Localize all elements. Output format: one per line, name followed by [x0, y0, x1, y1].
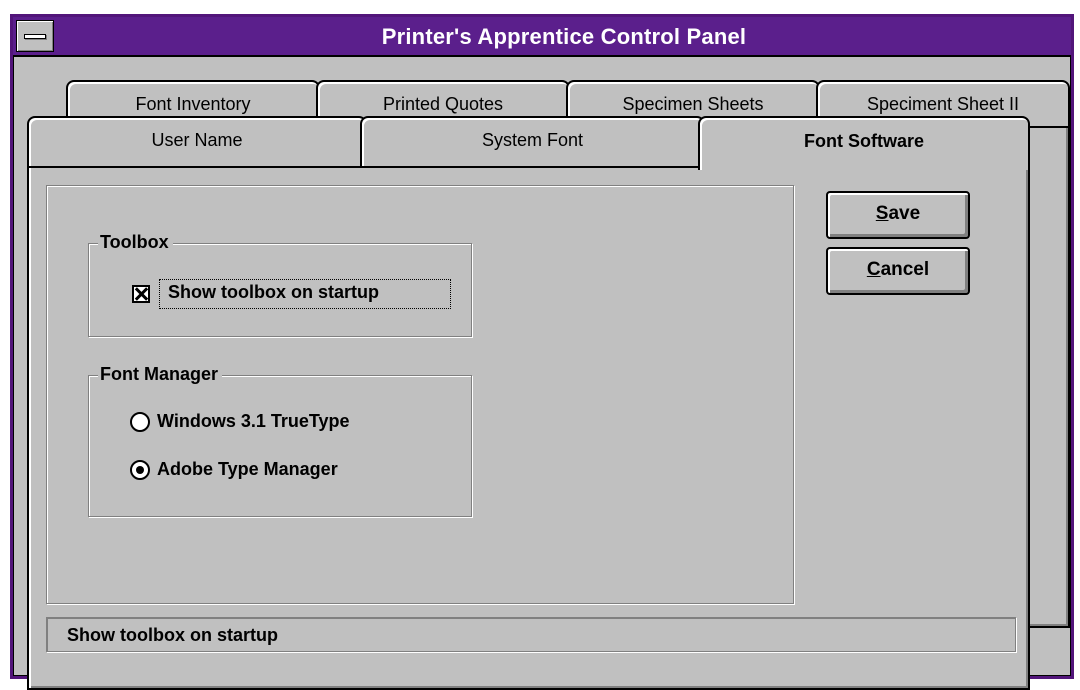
tab-label: Font Software	[804, 131, 924, 151]
tab-user-name[interactable]: User Name	[27, 116, 367, 168]
toolbox-legend: Toolbox	[98, 232, 173, 253]
font-manager-legend: Font Manager	[98, 364, 223, 385]
radio-label-adobe-type-manager[interactable]: Adobe Type Manager	[157, 459, 338, 480]
cancel-mnemonic: C	[866, 259, 881, 280]
system-menu-button[interactable]	[16, 20, 54, 52]
tab-label: Printed Quotes	[382, 94, 504, 114]
tab-system-font[interactable]: System Font	[360, 116, 705, 168]
radio-adobe-type-manager[interactable]	[130, 460, 150, 480]
show-toolbox-checkbox[interactable]	[132, 285, 150, 303]
panel-top-edge	[27, 166, 700, 168]
tab-label: Speciment Sheet II	[866, 94, 1020, 114]
save-label-rest: ave	[888, 203, 921, 224]
status-bar: Show toolbox on startup	[46, 617, 1016, 652]
window-title: Printer's Apprentice Control Panel	[381, 24, 747, 49]
radio-label-windows-truetype[interactable]: Windows 3.1 TrueType	[157, 411, 350, 432]
show-toolbox-label[interactable]: Show toolbox on startup	[168, 282, 379, 303]
radio-windows-truetype[interactable]	[130, 412, 150, 432]
font-manager-group	[88, 375, 472, 517]
cancel-button[interactable]: Cancel	[826, 247, 970, 295]
cancel-label-rest: ancel	[880, 259, 930, 280]
tab-label: Font Inventory	[135, 94, 251, 114]
save-mnemonic: S	[875, 203, 889, 224]
tab-label: Specimen Sheets	[622, 94, 764, 114]
system-menu-bar-icon	[24, 34, 46, 39]
save-button[interactable]: Save	[826, 191, 970, 239]
tab-font-software[interactable]: Font Software	[698, 116, 1030, 170]
tab-label: System Font	[481, 130, 584, 150]
tab-label: User Name	[151, 130, 243, 150]
